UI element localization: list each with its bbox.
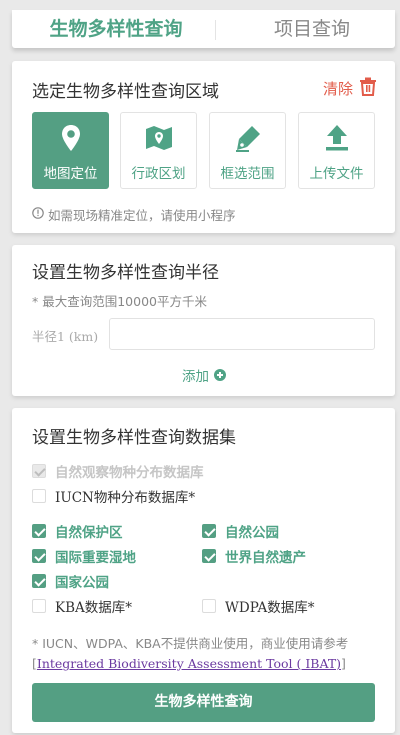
- dataset-option-label: 国际重要湿地: [55, 550, 136, 566]
- option-admin-division[interactable]: 行政区划: [120, 112, 197, 189]
- dataset-option-world-heritage[interactable]: 世界自然遗产: [202, 546, 306, 566]
- commercial-use-footnote: * IUCN、WDPA、KBA不提供商业使用，商业使用请参考[Integrate…: [32, 634, 382, 674]
- hint-text: 如需现场精准定位，请使用小程序: [48, 208, 236, 223]
- dataset-card-title: 设置生物多样性查询数据集: [32, 428, 236, 448]
- plus-circle-icon: [214, 369, 226, 381]
- checkbox[interactable]: [32, 549, 46, 563]
- dataset-option-label: 自然观察物种分布数据库: [55, 465, 204, 481]
- dataset-option-national-park[interactable]: 国家公园: [32, 571, 109, 591]
- add-radius-button[interactable]: 添加: [182, 365, 226, 385]
- radius-card-title: 设置生物多样性查询半径: [32, 263, 219, 283]
- location-pin-icon: [33, 123, 108, 153]
- dataset-option-nature-park[interactable]: 自然公园: [202, 521, 279, 541]
- option-label: 行政区划: [131, 166, 186, 182]
- option-label: 上传文件: [309, 166, 364, 182]
- dataset-option-label: WDPA数据库*: [225, 600, 315, 616]
- dataset-option-nature-reserve[interactable]: 自然保护区: [32, 521, 123, 541]
- checkbox[interactable]: [32, 489, 46, 503]
- clear-button[interactable]: 清除: [323, 77, 377, 100]
- option-box-select[interactable]: 框选范围: [209, 112, 286, 189]
- checkbox[interactable]: [32, 524, 46, 538]
- tab-project-query[interactable]: 项目查询: [222, 10, 400, 48]
- dataset-option-label: KBA数据库*: [55, 600, 133, 616]
- clear-label: 清除: [322, 80, 353, 98]
- checkbox[interactable]: [32, 574, 46, 588]
- info-icon: [32, 207, 44, 222]
- checkbox[interactable]: [202, 599, 216, 613]
- option-label: 框选范围: [220, 166, 275, 182]
- biodiversity-query-submit-button[interactable]: 生物多样性查询: [32, 683, 375, 722]
- tab-divider: [215, 20, 216, 40]
- checkbox[interactable]: [32, 464, 46, 478]
- dataset-option-ramsar-wetland[interactable]: 国际重要湿地: [32, 546, 136, 566]
- trash-icon: [359, 77, 377, 100]
- dataset-option-label: IUCN物种分布数据库*: [55, 490, 196, 506]
- radius-note: * 最大查询范围10000平方千米: [32, 294, 207, 309]
- checkbox[interactable]: [32, 599, 46, 613]
- add-label: 添加: [182, 369, 209, 385]
- tab-biodiversity-query[interactable]: 生物多样性查询: [26, 10, 206, 48]
- dataset-card: 设置生物多样性查询数据集 自然观察物种分布数据库 IUCN物种分布数据库* 自然…: [12, 408, 395, 733]
- map-icon: [121, 123, 196, 153]
- dataset-option-label: 自然公园: [225, 525, 279, 541]
- dataset-option-iucn[interactable]: IUCN物种分布数据库*: [32, 486, 195, 506]
- region-select-card: 选定生物多样性查询区域 清除 地图定位 行政区划 框选范围 上传文件 如需现场精…: [12, 61, 395, 233]
- ibat-link[interactable]: Integrated Biodiversity Assessment Tool …: [37, 656, 341, 671]
- radius-field-label: 半径1 (km): [32, 329, 99, 344]
- checkbox[interactable]: [202, 549, 216, 563]
- option-label: 地图定位: [43, 166, 98, 182]
- dataset-option-label: 国家公园: [55, 575, 109, 591]
- region-card-title: 选定生物多样性查询区域: [32, 82, 219, 102]
- pen-draw-icon: [210, 123, 285, 153]
- option-upload-file[interactable]: 上传文件: [298, 112, 375, 189]
- radius-card: 设置生物多样性查询半径 * 最大查询范围10000平方千米 半径1 (km) 添…: [12, 245, 395, 396]
- dataset-option-naturewatch[interactable]: 自然观察物种分布数据库: [32, 461, 204, 481]
- dataset-option-label: 世界自然遗产: [225, 550, 306, 566]
- dataset-option-wdpa[interactable]: WDPA数据库*: [202, 596, 315, 616]
- dataset-option-kba[interactable]: KBA数据库*: [32, 596, 132, 616]
- footnote-close: ]: [341, 656, 346, 671]
- query-tabs: 生物多样性查询 项目查询: [12, 10, 395, 48]
- radius-input[interactable]: [109, 318, 375, 350]
- checkbox[interactable]: [202, 524, 216, 538]
- upload-icon: [299, 123, 374, 153]
- option-map-location[interactable]: 地图定位: [32, 112, 109, 189]
- dataset-option-label: 自然保护区: [55, 525, 123, 541]
- location-hint: 如需现场精准定位，请使用小程序: [32, 205, 236, 224]
